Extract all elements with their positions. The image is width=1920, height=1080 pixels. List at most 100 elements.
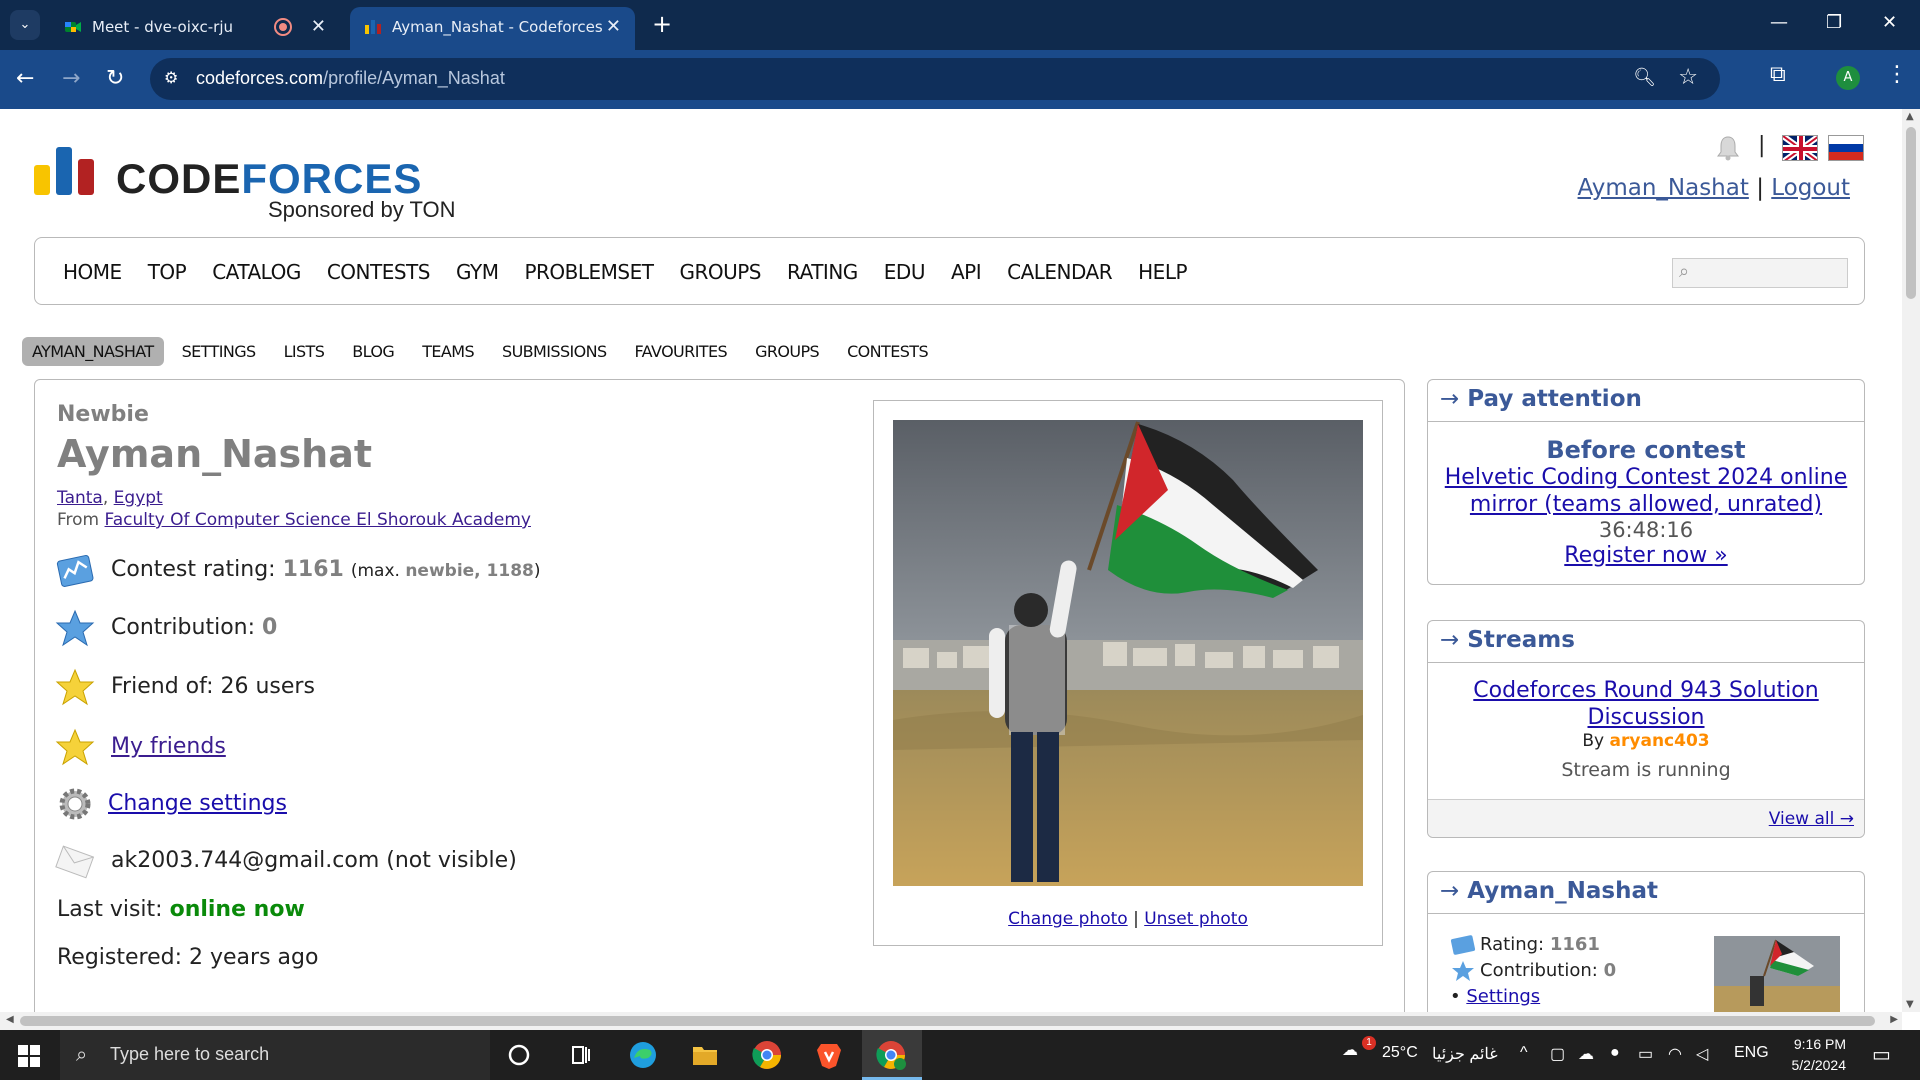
horizontal-scrollbar[interactable]: ◀ ▶ <box>0 1012 1902 1030</box>
stream-title-link[interactable]: Codeforces Round 943 Solution Discussion <box>1428 677 1864 731</box>
user-rank: Newbie <box>57 402 149 427</box>
scroll-up-icon[interactable]: ▲ <box>1906 111 1914 122</box>
profile-tab-teams[interactable]: TEAMS <box>412 337 484 366</box>
device-icon[interactable]: ▢ <box>1550 1044 1565 1064</box>
browser-menu-icon[interactable]: ⋮ <box>1886 62 1908 87</box>
menu-calendar[interactable]: CALENDAR <box>1007 260 1113 284</box>
contest-link[interactable]: Helvetic Coding Contest 2024 online mirr… <box>1428 464 1864 518</box>
envelope-icon <box>55 845 95 879</box>
tab-title: Meet - dve-oixc-rju <box>92 18 234 36</box>
minimize-icon[interactable]: — <box>1770 12 1788 33</box>
chrome-icon[interactable] <box>750 1038 784 1072</box>
profile-photo-frame: Change photo | Unset photo <box>873 400 1383 946</box>
change-settings-link[interactable]: Change settings <box>108 791 287 816</box>
close-window-icon[interactable]: ✕ <box>1882 12 1897 33</box>
address-bar[interactable]: ⚙ codeforces.com/profile/Ayman_Nashat 🔍︎… <box>150 58 1720 100</box>
temperature[interactable]: 25°C <box>1382 1044 1418 1062</box>
reload-icon[interactable]: ↻ <box>106 66 124 91</box>
profile-link[interactable]: Ayman_Nashat <box>1578 175 1749 201</box>
profile-avatar[interactable]: A <box>1836 66 1860 90</box>
russian-flag-icon[interactable] <box>1828 135 1864 161</box>
extensions-icon[interactable]: ⧉ <box>1770 62 1786 87</box>
scrollbar-thumb[interactable] <box>1906 127 1916 299</box>
tray-expand-icon[interactable]: ^ <box>1520 1044 1528 1062</box>
menu-api[interactable]: API <box>951 260 982 284</box>
menu-problemset[interactable]: PROBLEMSET <box>524 260 654 284</box>
gear-icon <box>59 788 91 820</box>
forward-icon[interactable]: → <box>62 66 80 91</box>
tab-search-button[interactable]: ⌄ <box>10 10 40 40</box>
profile-tab-settings[interactable]: SETTINGS <box>172 337 266 366</box>
menu-edu[interactable]: EDU <box>884 260 926 284</box>
tab-codeforces[interactable]: Ayman_Nashat - Codeforces ✕ <box>350 7 635 50</box>
unset-photo-link[interactable]: Unset photo <box>1144 909 1248 929</box>
zoom-icon[interactable]: 🔍︎ <box>1633 67 1656 88</box>
taskbar-active-app[interactable] <box>862 1030 922 1080</box>
onedrive-icon[interactable]: ☁ <box>1578 1044 1594 1064</box>
english-flag-icon[interactable] <box>1782 135 1818 161</box>
bookmark-star-icon[interactable]: ☆ <box>1678 65 1698 90</box>
edge-icon[interactable] <box>626 1038 660 1072</box>
wifi-icon[interactable]: ◠ <box>1668 1044 1682 1064</box>
menu-home[interactable]: HOME <box>63 260 122 284</box>
profile-tab-submissions[interactable]: SUBMISSIONS <box>492 337 617 366</box>
site-search-input[interactable]: ⌕ <box>1672 258 1848 288</box>
cortana-icon[interactable] <box>502 1038 536 1072</box>
battery-icon[interactable]: ▭ <box>1638 1044 1653 1064</box>
profile-tab-contests[interactable]: CONTESTS <box>837 337 938 366</box>
taskbar-search-input[interactable]: ⌕ Type here to search <box>60 1030 490 1080</box>
menu-top[interactable]: TOP <box>148 260 187 284</box>
settings-link[interactable]: Settings <box>1466 986 1540 1007</box>
windows-start-icon[interactable] <box>18 1045 40 1067</box>
register-link[interactable]: Register now » <box>1428 542 1864 569</box>
task-view-icon[interactable] <box>564 1038 598 1072</box>
scroll-down-icon[interactable]: ▼ <box>1906 999 1914 1010</box>
profile-tab-blog[interactable]: BLOG <box>342 337 404 366</box>
new-tab-button[interactable]: + <box>652 10 672 38</box>
mini-rating-row: Rating: 1161 <box>1450 934 1600 956</box>
scroll-left-icon[interactable]: ◀ <box>6 1014 14 1025</box>
close-tab-icon[interactable]: ✕ <box>606 16 621 37</box>
logout-link[interactable]: Logout <box>1771 175 1850 201</box>
profile-tab-groups[interactable]: GROUPS <box>745 337 829 366</box>
tab-meet[interactable]: Meet - dve-oixc-rju ✕ <box>50 7 340 50</box>
country-link[interactable]: Egypt <box>114 488 163 508</box>
recording-icon <box>274 18 292 36</box>
menu-contests[interactable]: CONTESTS <box>327 260 431 284</box>
profile-menu: AYMAN_NASHAT SETTINGS LISTS BLOG TEAMS S… <box>22 337 938 366</box>
language-indicator[interactable]: ENG <box>1734 1044 1769 1062</box>
organization-link[interactable]: Faculty Of Computer Science El Shorouk A… <box>105 510 531 530</box>
menu-rating[interactable]: RATING <box>787 260 858 284</box>
menu-groups[interactable]: GROUPS <box>679 260 761 284</box>
site-info-icon[interactable]: ⚙ <box>164 68 178 87</box>
brave-icon[interactable] <box>812 1038 846 1072</box>
profile-tab-lists[interactable]: LISTS <box>274 337 335 366</box>
site-logo[interactable]: CODEFORCES <box>116 155 422 203</box>
scroll-right-icon[interactable]: ▶ <box>1890 1014 1898 1025</box>
notification-bell-icon[interactable] <box>1716 135 1740 161</box>
url-text[interactable]: codeforces.com/profile/Ayman_Nashat <box>196 68 505 89</box>
weather-icon[interactable]: ☁ <box>1342 1040 1358 1060</box>
profile-tab-handle[interactable]: AYMAN_NASHAT <box>22 337 164 366</box>
author-link[interactable]: aryanc403 <box>1610 731 1710 751</box>
profile-tab-favourites[interactable]: FAVOURITES <box>625 337 738 366</box>
my-friends-link[interactable]: My friends <box>111 734 226 759</box>
view-all-link[interactable]: View all → <box>1769 809 1854 829</box>
city-link[interactable]: Tanta <box>57 488 103 508</box>
weather-text[interactable]: غائم جزئيا <box>1432 1044 1498 1064</box>
file-explorer-icon[interactable] <box>688 1038 722 1072</box>
microphone-icon[interactable]: ● <box>1610 1044 1620 1062</box>
close-tab-icon[interactable]: ✕ <box>311 16 326 37</box>
system-clock[interactable]: 9:16 PM 5/2/2024 <box>1766 1034 1847 1076</box>
change-photo-link[interactable]: Change photo <box>1008 909 1128 929</box>
codeforces-logo-icon[interactable] <box>34 147 98 195</box>
menu-help[interactable]: HELP <box>1138 260 1187 284</box>
back-icon[interactable]: ← <box>16 66 34 91</box>
restore-icon[interactable]: ❐ <box>1826 12 1842 33</box>
notifications-icon[interactable]: ▭ <box>1872 1042 1891 1067</box>
vertical-scrollbar[interactable]: ▲ ▼ <box>1902 109 1920 1012</box>
menu-gym[interactable]: GYM <box>456 260 499 284</box>
menu-catalog[interactable]: CATALOG <box>212 260 301 284</box>
volume-icon[interactable]: ◁ <box>1696 1044 1708 1064</box>
scrollbar-thumb[interactable] <box>20 1016 1875 1026</box>
